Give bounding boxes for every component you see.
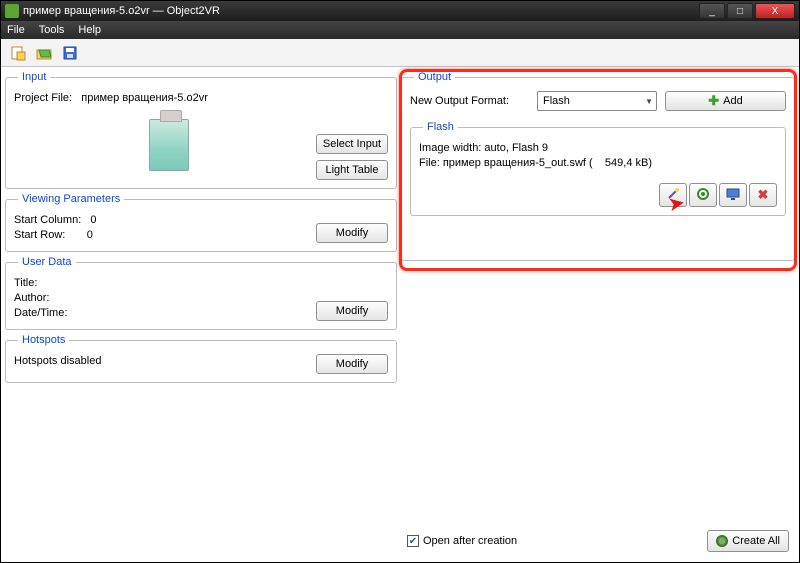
- viewing-parameters-legend: Viewing Parameters: [18, 193, 124, 205]
- input-legend: Input: [18, 71, 50, 83]
- author-label: Author:: [14, 291, 316, 306]
- start-column-label: Start Column:: [14, 214, 81, 226]
- content-area: Input Project File: пример вращения-5.o2…: [1, 67, 799, 562]
- window-title: пример вращения-5.o2vr — Object2VR: [23, 5, 699, 17]
- add-label: Add: [723, 95, 743, 107]
- delete-output-button[interactable]: ✖: [749, 183, 777, 207]
- wand-icon: [666, 187, 680, 204]
- menu-help[interactable]: Help: [72, 24, 109, 36]
- start-column-value: 0: [90, 214, 96, 226]
- window-buttons: _ □ X: [699, 3, 795, 19]
- hotspots-group: Hotspots Hotspots disabled Modify: [5, 334, 397, 383]
- output-format-label: New Output Format:: [410, 95, 529, 107]
- input-group: Input Project File: пример вращения-5.o2…: [5, 71, 397, 189]
- menu-tools[interactable]: Tools: [33, 24, 73, 36]
- checkbox-checked-icon: ✔: [407, 535, 419, 547]
- project-file-value: пример вращения-5.o2vr: [81, 92, 208, 104]
- hotspots-modify-button[interactable]: Modify: [316, 354, 388, 374]
- user-data-legend: User Data: [18, 256, 76, 268]
- user-data-modify-button[interactable]: Modify: [316, 301, 388, 321]
- project-file-label: Project File:: [14, 92, 72, 104]
- maximize-button[interactable]: □: [727, 3, 753, 19]
- right-column: Output New Output Format: Flash ▼ ✚ Add …: [401, 71, 795, 558]
- settings-output-button[interactable]: [689, 183, 717, 207]
- gear-icon: [696, 187, 710, 204]
- plus-icon: ✚: [708, 93, 719, 109]
- add-output-button[interactable]: ✚ Add: [665, 91, 786, 111]
- preview-output-button[interactable]: [719, 183, 747, 207]
- flash-legend: Flash: [423, 121, 458, 133]
- flash-image-width: Image width: auto, Flash 9: [419, 141, 777, 156]
- create-all-button[interactable]: Create All: [707, 530, 789, 552]
- open-after-creation-checkbox[interactable]: ✔ Open after creation: [407, 535, 517, 547]
- flash-output-group: Flash Image width: auto, Flash 9 File: п…: [410, 121, 786, 216]
- hotspots-status: Hotspots disabled: [14, 354, 316, 369]
- hotspots-legend: Hotspots: [18, 334, 69, 346]
- light-table-button[interactable]: Light Table: [316, 160, 388, 180]
- new-project-icon[interactable]: [7, 42, 29, 64]
- monitor-icon: [726, 187, 740, 204]
- open-project-icon[interactable]: [33, 42, 55, 64]
- create-all-label: Create All: [732, 535, 780, 547]
- output-format-value: Flash: [543, 95, 570, 107]
- select-input-button[interactable]: Select Input: [316, 134, 388, 154]
- input-thumbnail: [134, 110, 204, 180]
- datetime-label: Date/Time:: [14, 306, 316, 321]
- save-icon[interactable]: [59, 42, 81, 64]
- left-column: Input Project File: пример вращения-5.o2…: [5, 71, 397, 558]
- user-data-group: User Data Title: Author: Date/Time: Modi…: [5, 256, 397, 330]
- output-format-select[interactable]: Flash ▼: [537, 91, 657, 111]
- output-legend: Output: [414, 71, 455, 83]
- start-row-value: 0: [87, 229, 93, 241]
- gears-icon: [716, 535, 728, 547]
- output-footer: ✔ Open after creation Create All: [407, 530, 789, 552]
- minimize-button[interactable]: _: [699, 3, 725, 19]
- edit-output-button[interactable]: [659, 183, 687, 207]
- title-label: Title:: [14, 276, 316, 291]
- close-button[interactable]: X: [755, 3, 795, 19]
- object-preview-image: [149, 119, 189, 171]
- toolbar: [1, 39, 799, 67]
- open-after-creation-label: Open after creation: [423, 535, 517, 547]
- menu-file[interactable]: File: [1, 24, 33, 36]
- viewing-parameters-modify-button[interactable]: Modify: [316, 223, 388, 243]
- delete-icon: ✖: [758, 187, 769, 203]
- menubar: File Tools Help: [1, 21, 799, 39]
- chevron-down-icon: ▼: [645, 97, 653, 106]
- output-group: Output New Output Format: Flash ▼ ✚ Add …: [401, 71, 795, 261]
- flash-file-size: 549,4 kB): [605, 157, 652, 169]
- app-icon: [5, 4, 19, 18]
- viewing-parameters-group: Viewing Parameters Start Column: 0 Start…: [5, 193, 397, 252]
- titlebar: пример вращения-5.o2vr — Object2VR _ □ X: [1, 1, 799, 21]
- flash-file-label: File: пример вращения-5_out.swf (: [419, 157, 593, 169]
- start-row-label: Start Row:: [14, 229, 65, 241]
